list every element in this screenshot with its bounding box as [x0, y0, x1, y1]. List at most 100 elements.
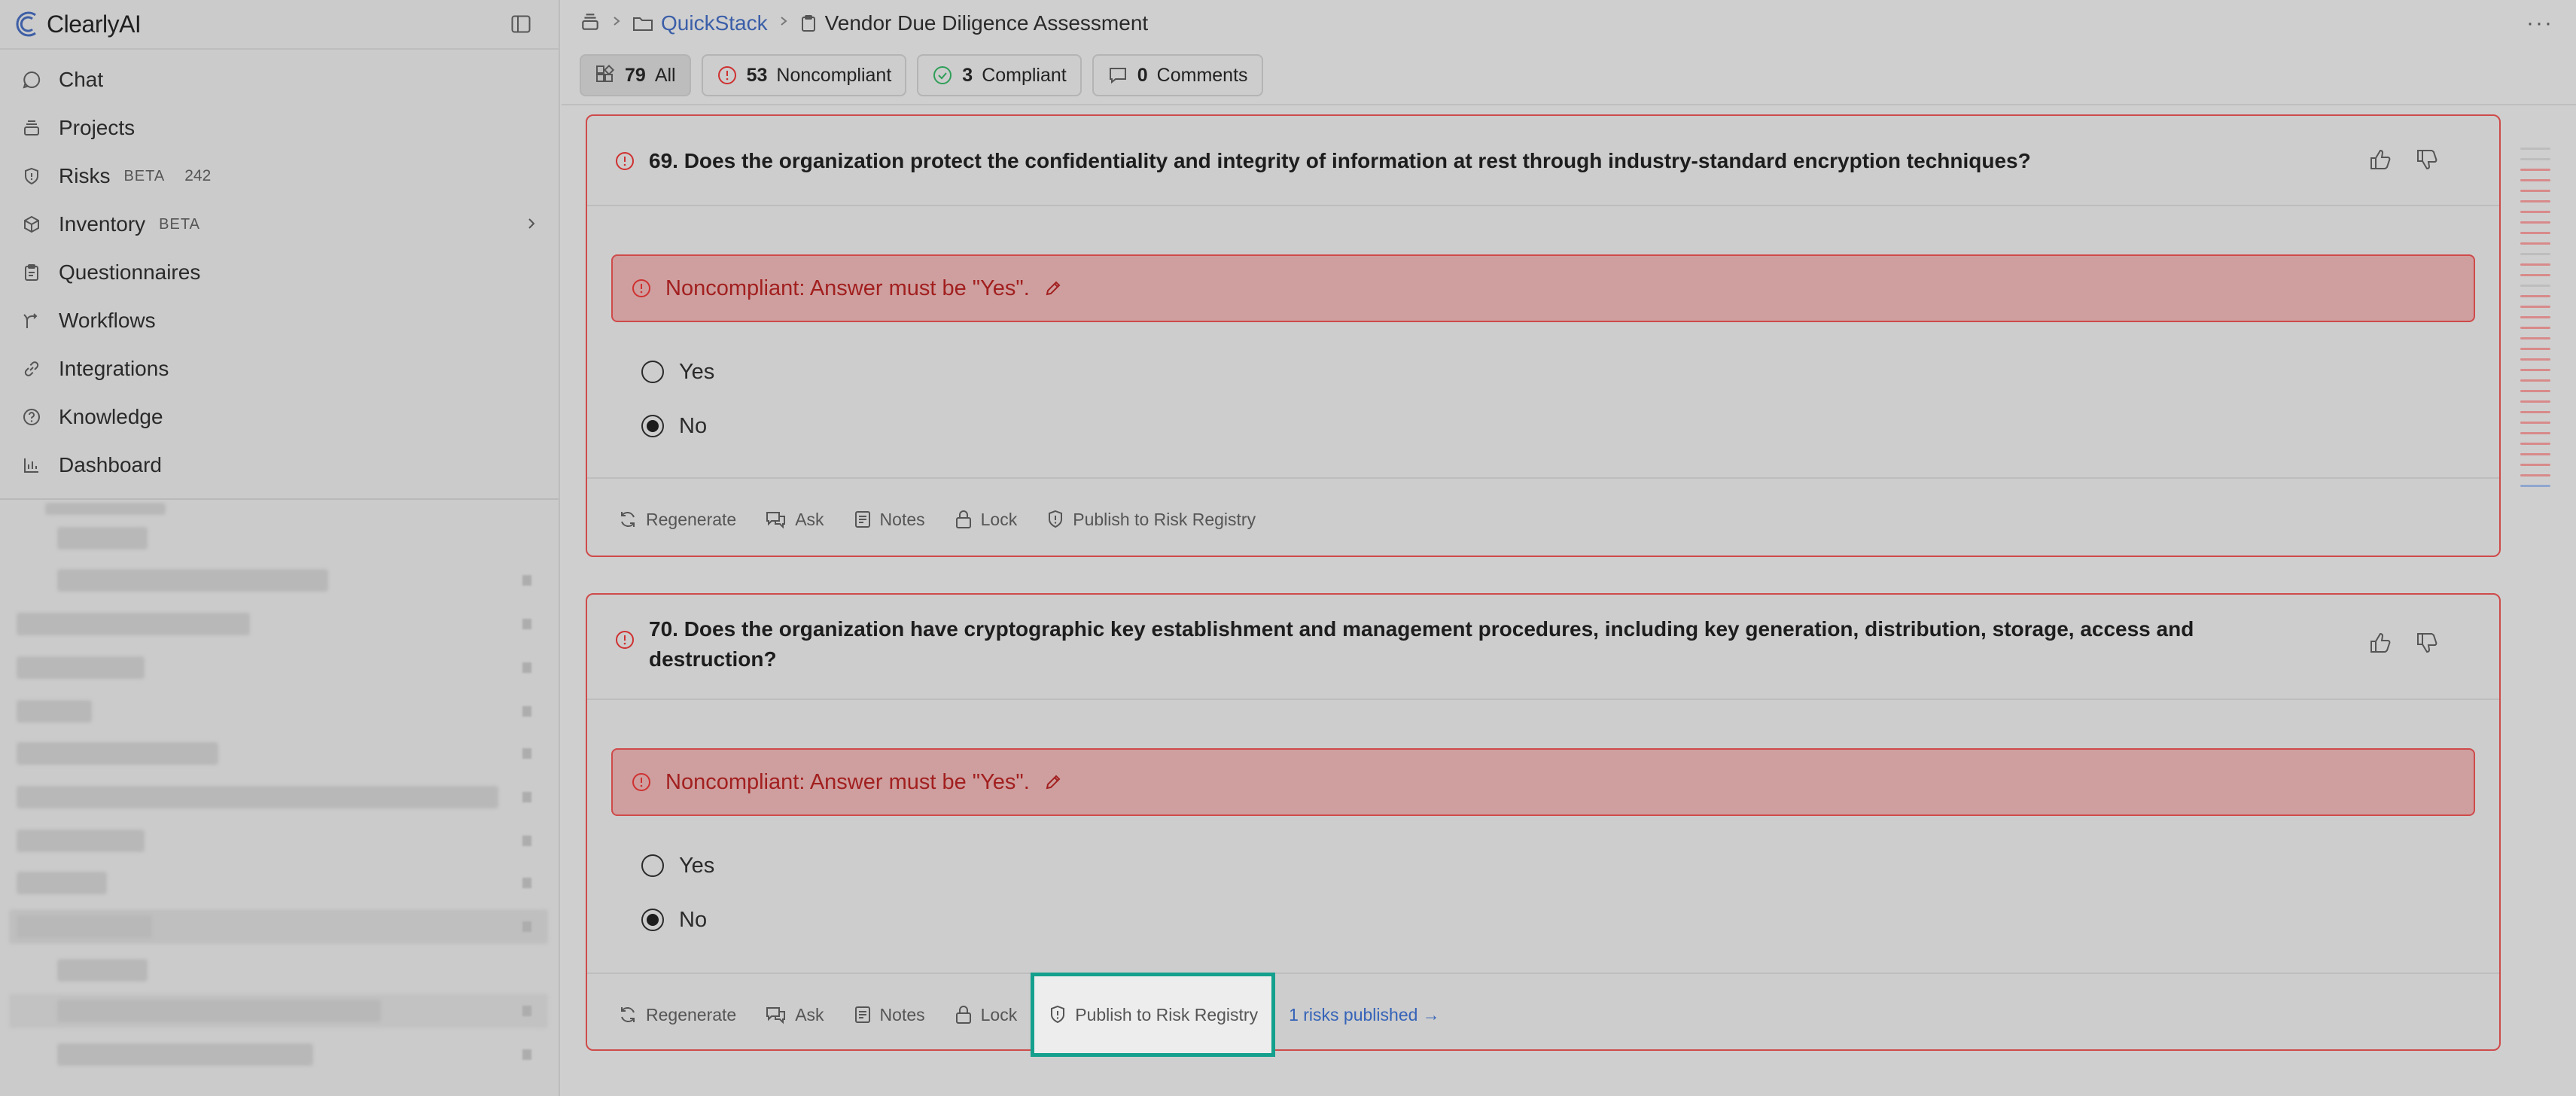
ask-button[interactable]: Ask: [765, 509, 824, 530]
minimap-tick: [2520, 422, 2550, 424]
radio-button[interactable]: [641, 361, 664, 383]
lock-label: Lock: [980, 1004, 1018, 1024]
sidebar-item-questionnaires[interactable]: Questionnaires: [0, 248, 559, 297]
sidebar-item-dashboard[interactable]: Dashboard: [0, 441, 559, 489]
branch-icon: [21, 310, 42, 331]
app-logo[interactable]: ClearlyAI: [12, 8, 142, 40]
cube-icon: [21, 214, 42, 235]
option-yes[interactable]: Yes: [641, 345, 2499, 399]
thumbs-up-icon[interactable]: [2368, 631, 2392, 655]
publish-risk-registry-button[interactable]: Publish to Risk Registry: [1031, 973, 1276, 1057]
question-minimap[interactable]: [2520, 148, 2550, 495]
lock-button[interactable]: Lock: [954, 1004, 1018, 1025]
pencil-icon[interactable]: [1043, 772, 1063, 792]
minimap-tick: [2520, 327, 2550, 329]
risk-count: 242: [184, 167, 212, 184]
lock-button[interactable]: Lock: [954, 509, 1018, 530]
sidebar-item-integrations[interactable]: Integrations: [0, 345, 559, 393]
check-circle-icon: [933, 66, 952, 84]
sidebar-item-label: Questionnaires: [59, 260, 201, 284]
page-title: Vendor Due Diligence Assessment: [824, 11, 1149, 35]
minimap-tick: [2520, 274, 2550, 276]
breadcrumb-page: Vendor Due Diligence Assessment: [799, 11, 1149, 35]
option-yes[interactable]: Yes: [641, 839, 2499, 893]
question-actions: Regenerate Ask Notes Lock Publish to Ris…: [587, 973, 2499, 1057]
sidebar-item-label: Integrations: [59, 357, 169, 380]
minimap-tick: [2520, 369, 2550, 371]
minimap-tick: [2520, 263, 2550, 266]
filter-compliant-label: Compliant: [982, 64, 1067, 86]
radio-button-selected[interactable]: [641, 909, 664, 931]
option-no[interactable]: No: [641, 893, 2499, 947]
sidebar-nav: Chat Projects Risks BETA 242 Inventory B…: [0, 50, 559, 489]
filter-comments[interactable]: 0 Comments: [1092, 54, 1263, 96]
minimap-tick: [2520, 443, 2550, 445]
ask-button[interactable]: Ask: [765, 1004, 824, 1025]
sidebar-item-chat[interactable]: Chat: [0, 56, 559, 104]
chevron-right-icon: [611, 12, 622, 35]
regenerate-button[interactable]: Regenerate: [617, 1004, 736, 1025]
minimap-tick: [2520, 379, 2550, 382]
help-circle-icon: [21, 406, 42, 428]
sidebar-item-workflows[interactable]: Workflows: [0, 297, 559, 345]
question-header: 70. Does the organization have cryptogra…: [587, 595, 2499, 700]
beta-badge: BETA: [159, 215, 200, 233]
sidebar-toggle-icon[interactable]: [507, 11, 534, 38]
sidebar-header: ClearlyAI: [0, 0, 559, 50]
filter-noncompliant-label: Noncompliant: [776, 64, 892, 86]
lock-label: Lock: [980, 509, 1018, 529]
sidebar-item-risks[interactable]: Risks BETA 242: [0, 152, 559, 200]
thumbs-up-icon[interactable]: [2368, 148, 2392, 172]
breadcrumb-project[interactable]: QuickStack: [632, 11, 768, 35]
sidebar-item-label: Dashboard: [59, 453, 162, 476]
feedback-buttons: [2368, 631, 2439, 655]
noncompliant-alert: Noncompliant: Answer must be "Yes".: [611, 748, 2475, 816]
answer-options: Yes No: [587, 322, 2499, 453]
minimap-tick: [2520, 453, 2550, 455]
minimap-tick: [2520, 306, 2550, 308]
home-stack-icon[interactable]: [580, 11, 601, 36]
sidebar-item-inventory[interactable]: Inventory BETA: [0, 200, 559, 248]
radio-button[interactable]: [641, 854, 664, 877]
chevron-right-icon[interactable]: [525, 214, 537, 237]
notes-button[interactable]: Notes: [853, 509, 925, 530]
filter-noncompliant[interactable]: 53 Noncompliant: [701, 54, 907, 96]
minimap-tick: [2520, 390, 2550, 392]
question-card: 70. Does the organization have cryptogra…: [586, 593, 2501, 1057]
notes-button[interactable]: Notes: [853, 1004, 925, 1025]
alert-circle-icon: [717, 66, 736, 84]
notes-label: Notes: [879, 1004, 925, 1024]
logo-icon: [16, 11, 36, 37]
filter-compliant[interactable]: 3 Compliant: [917, 54, 1082, 96]
minimap-tick: [2520, 295, 2550, 297]
filter-all[interactable]: 79 All: [580, 54, 691, 96]
thumbs-down-icon[interactable]: [2415, 631, 2439, 655]
risks-published-link[interactable]: 1 risks published →: [1289, 1005, 1440, 1025]
pencil-icon[interactable]: [1043, 279, 1063, 298]
sidebar-item-label: Risks: [59, 164, 111, 187]
alert-text: Noncompliant: Answer must be "Yes".: [665, 276, 1030, 300]
sidebar-item-projects[interactable]: Projects: [0, 104, 559, 152]
chat-bubbles-icon: [766, 512, 786, 529]
regenerate-button[interactable]: Regenerate: [617, 509, 736, 530]
more-options-icon[interactable]: ···: [2526, 11, 2553, 36]
sidebar-item-knowledge[interactable]: Knowledge: [0, 393, 559, 441]
folder-icon: [633, 17, 653, 31]
lock-icon: [955, 510, 971, 528]
publish-risk-registry-button[interactable]: Publish to Risk Registry: [1046, 509, 1256, 530]
minimap-tick: [2520, 485, 2550, 487]
minimap-tick: [2520, 211, 2550, 213]
radio-button-selected[interactable]: [641, 415, 664, 437]
filter-noncompliant-count: 53: [746, 64, 768, 86]
alert-circle-icon: [616, 152, 634, 170]
noncompliant-alert: Noncompliant: Answer must be "Yes".: [611, 254, 2475, 322]
question-title: 70. Does the organization have cryptogra…: [649, 617, 2194, 671]
option-no[interactable]: No: [641, 399, 2499, 453]
feedback-buttons: [2368, 148, 2439, 172]
thumbs-down-icon[interactable]: [2415, 148, 2439, 172]
chat-icon: [21, 69, 42, 90]
notes-label: Notes: [879, 509, 925, 529]
minimap-tick: [2520, 316, 2550, 318]
minimap-tick: [2520, 221, 2550, 224]
grid-icon: [596, 65, 615, 82]
